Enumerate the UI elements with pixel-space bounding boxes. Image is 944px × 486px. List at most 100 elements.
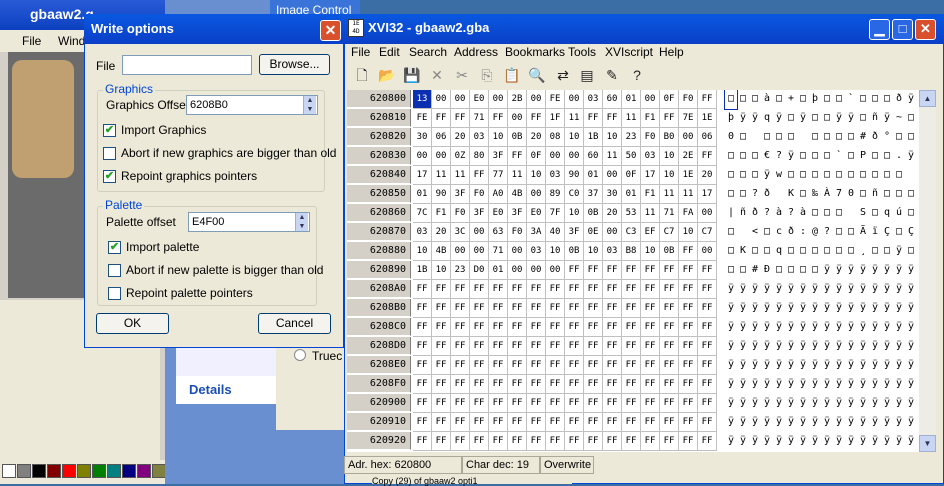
hex-cell[interactable]: 08 [546,128,565,147]
ascii-cell[interactable]: ¸ [857,242,869,261]
hex-cell[interactable]: FF [546,280,565,299]
scroll-up-icon[interactable]: ▲ [919,90,936,107]
hex-cell[interactable]: FF [565,356,584,375]
ascii-cell[interactable]: □ [857,185,869,204]
ascii-cell[interactable]: ÿ [797,413,809,432]
ascii-cell[interactable]: ÿ [857,318,869,337]
ascii-cell[interactable]: ÿ [833,318,845,337]
hex-cell[interactable]: FF [584,109,603,128]
hex-cell[interactable]: FF [660,280,679,299]
hex-cell[interactable]: F0 [641,128,660,147]
ascii-cell[interactable]: ÿ [869,432,881,451]
hex-cell[interactable]: 60 [603,90,622,109]
spin-up-icon[interactable]: ▲ [304,96,316,105]
hex-cell[interactable]: 53 [622,204,641,223]
hex-cell[interactable]: FF [546,337,565,356]
hex-cell[interactable]: FF [622,394,641,413]
hex-cell[interactable]: FF [489,280,508,299]
ascii-cell[interactable]: P [857,147,869,166]
hex-cell[interactable]: B0 [660,128,679,147]
copy-icon[interactable]: ⎘ [478,66,496,84]
ascii-cell[interactable]: □ [905,128,917,147]
ascii-cell[interactable]: ÿ [881,413,893,432]
hex-cell[interactable]: FF [470,413,489,432]
abort-graphics-checkbox[interactable] [103,147,116,160]
ascii-cell[interactable]: w [773,166,785,185]
ascii-cell[interactable]: ÿ [749,318,761,337]
hex-cell[interactable]: FF [546,299,565,318]
ascii-cell[interactable]: ÿ [773,356,785,375]
ascii-cell[interactable]: ÿ [845,375,857,394]
ascii-cell[interactable]: ÿ [881,299,893,318]
hex-cell[interactable]: 3F [565,223,584,242]
hex-cell[interactable]: FF [622,337,641,356]
ascii-cell[interactable]: □ [737,261,749,280]
ascii-cell[interactable]: K [737,242,749,261]
ascii-cell[interactable]: ÿ [773,337,785,356]
hex-cell[interactable]: FF [565,318,584,337]
ascii-cell[interactable]: ÿ [905,356,917,375]
hex-cell[interactable]: 00 [489,90,508,109]
ascii-cell[interactable]: ÿ [869,337,881,356]
ascii-cell[interactable]: □ [893,166,905,185]
ascii-cell[interactable]: □ [845,223,857,242]
ascii-cell[interactable]: ÿ [893,261,905,280]
hex-cell[interactable]: 71 [470,109,489,128]
hex-cell[interactable]: FF [489,432,508,451]
ascii-cell[interactable]: □ [881,90,893,109]
ascii-cell[interactable]: □ [833,166,845,185]
ascii-cell[interactable]: ÿ [869,413,881,432]
hex-cell[interactable]: 30 [413,128,432,147]
ascii-cell[interactable]: ñ [869,185,881,204]
ascii-cell[interactable]: □ [725,223,737,242]
hex-cell[interactable]: FF [432,337,451,356]
hex-cell[interactable]: FF [603,337,622,356]
ascii-cell[interactable]: ÿ [857,432,869,451]
hex-cell[interactable]: 20 [432,223,451,242]
hex-cell[interactable]: FF [508,375,527,394]
hex-cell[interactable]: FF [413,394,432,413]
ascii-cell[interactable]: ÿ [857,299,869,318]
ascii-cell[interactable]: ÿ [869,318,881,337]
hex-cell[interactable]: FF [660,394,679,413]
hex-cell[interactable]: FF [660,337,679,356]
hex-cell[interactable]: FF [584,280,603,299]
cut-icon[interactable]: ✂ [453,66,471,84]
ascii-cell[interactable]: ÿ [869,261,881,280]
ascii-cell[interactable]: ‰ [809,185,821,204]
hex-cell[interactable]: FF [641,356,660,375]
ascii-cell[interactable]: □ [905,109,917,128]
ascii-cell[interactable]: ÿ [809,413,821,432]
spin-down-icon[interactable]: ▼ [304,105,316,114]
ascii-cell[interactable]: ÿ [773,375,785,394]
ascii-cell[interactable]: ÿ [881,318,893,337]
hex-cell[interactable]: FF [641,375,660,394]
ascii-cell[interactable]: ÿ [881,432,893,451]
hex-cell[interactable]: FF [432,299,451,318]
hex-cell[interactable]: FE [546,90,565,109]
ascii-cell[interactable]: ÿ [797,375,809,394]
hex-cell[interactable]: FF [679,242,698,261]
hex-cell[interactable]: 00 [698,204,717,223]
hex-cell[interactable]: 13 [413,90,432,109]
hex-cell[interactable]: FF [470,394,489,413]
hex-cell[interactable]: 01 [584,166,603,185]
ascii-cell[interactable]: □ [821,90,833,109]
hex-grid[interactable]: 620800 13 00 00 E0 00 2B 00 FE 00 03 60 01 00 0F F0 FF □ □… [347,90,919,452]
hex-cell[interactable]: 11 [603,147,622,166]
hex-cell[interactable]: 00 [413,147,432,166]
hex-cell[interactable]: 3F [451,185,470,204]
ascii-cell[interactable]: 0 [725,128,737,147]
hex-cell[interactable]: 00 [432,147,451,166]
hex-cell[interactable]: E0 [527,204,546,223]
hex-cell[interactable]: FF [413,356,432,375]
ascii-cell[interactable]: ÿ [749,280,761,299]
replace-icon[interactable]: ⇄ [554,66,572,84]
ascii-cell[interactable]: ÿ [821,413,833,432]
ascii-cell[interactable]: □ [869,204,881,223]
hex-cell[interactable]: 3C [451,223,470,242]
ascii-cell[interactable]: □ [725,242,737,261]
ascii-cell[interactable]: □ [809,204,821,223]
hex-cell[interactable]: FF [546,375,565,394]
hex-cell[interactable]: FF [698,337,717,356]
